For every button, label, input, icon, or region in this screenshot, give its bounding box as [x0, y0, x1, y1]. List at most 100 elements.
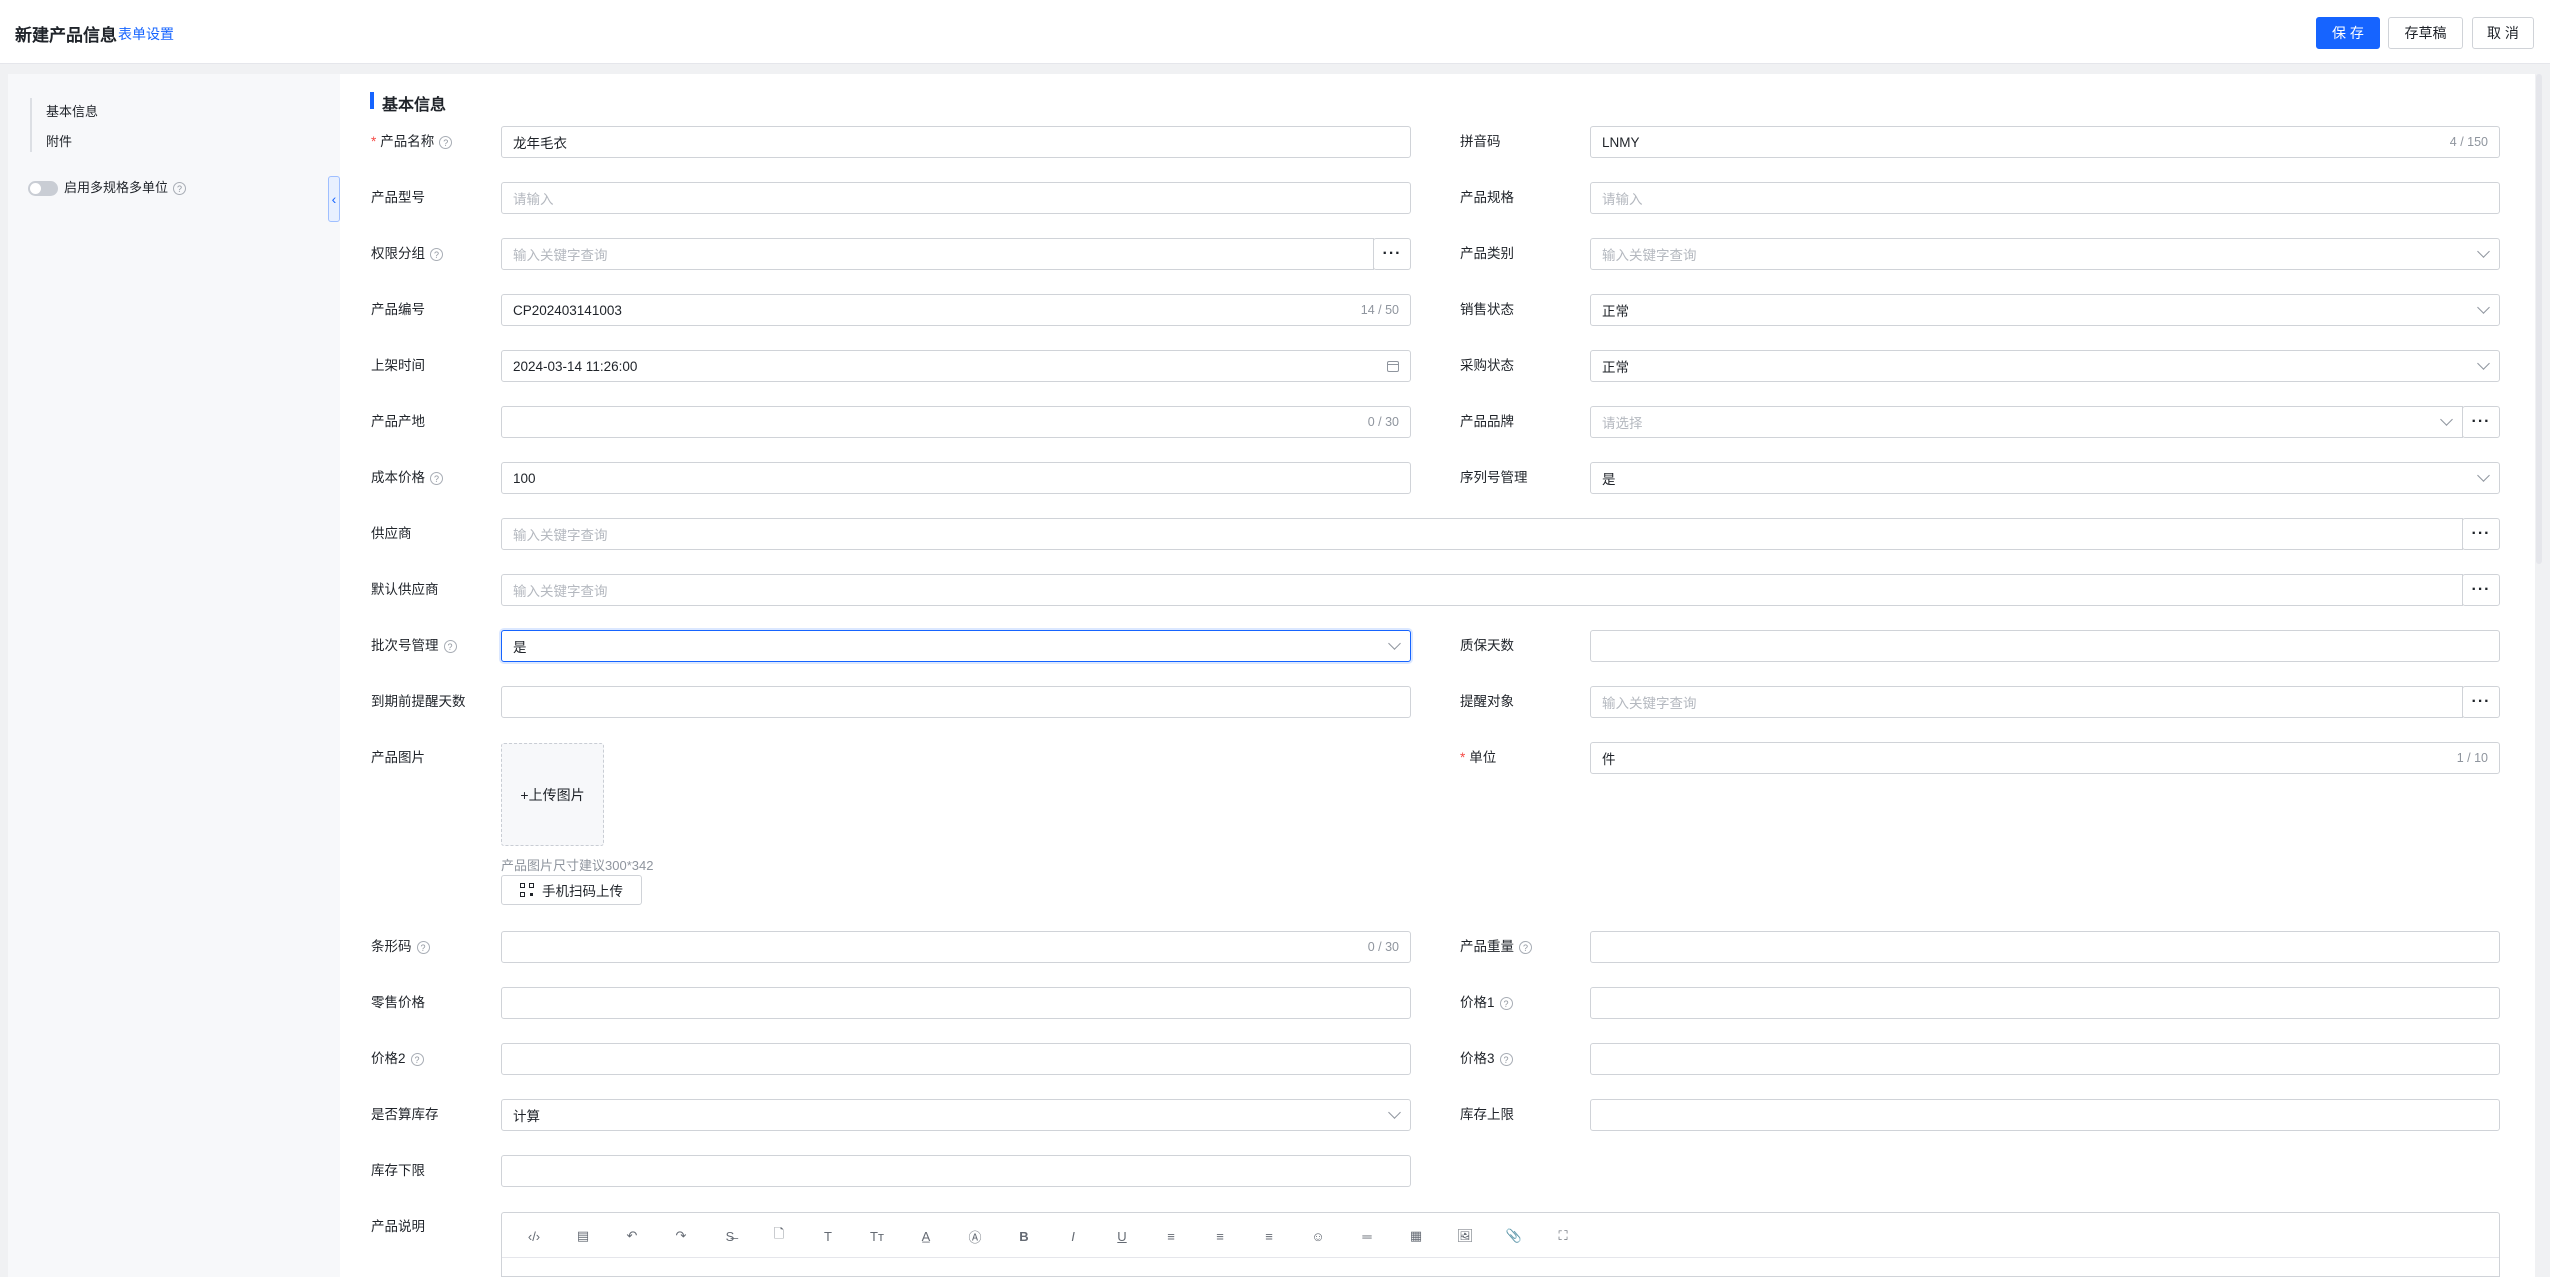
sales-status-select[interactable]: 正常 — [1590, 294, 2500, 326]
price2-label: 价格2? — [371, 1049, 424, 1069]
sidebar-item-basic-info[interactable]: 基本信息 — [46, 101, 98, 120]
purchase-status-label: 采购状态 — [1460, 358, 1514, 373]
listing-time-picker[interactable]: 2024-03-14 11:26:00 — [501, 350, 1411, 382]
spec-input[interactable]: 请输入 — [1590, 182, 2500, 214]
price2-input[interactable] — [501, 1043, 1411, 1075]
attachment-icon[interactable]: 📎 — [1503, 1225, 1525, 1247]
weight-input[interactable] — [1590, 931, 2500, 963]
cost-price-label: 成本价格? — [371, 468, 443, 488]
table-icon[interactable]: ▦ — [1405, 1225, 1427, 1247]
perm-group-label: 权限分组? — [371, 244, 443, 264]
save-button[interactable]: 保 存 — [2316, 17, 2380, 49]
cost-price-input[interactable]: 100 — [501, 462, 1411, 494]
serial-mgmt-label: 序列号管理 — [1460, 470, 1528, 485]
category-select[interactable]: 输入关键字查询 — [1590, 238, 2500, 270]
retail-price-input[interactable] — [501, 987, 1411, 1019]
sidebar-nav-line — [30, 98, 32, 152]
perm-group-input[interactable]: 输入关键字查询 — [501, 238, 1374, 270]
align-center-icon[interactable]: ≡ — [1209, 1225, 1231, 1247]
origin-label: 产品产地 — [371, 414, 425, 429]
background-color-icon[interactable]: Ⓐ — [964, 1225, 986, 1247]
barcode-input[interactable]: 0 / 30 — [501, 931, 1411, 963]
image-icon[interactable]: 🖼 — [1454, 1225, 1476, 1247]
underline-icon[interactable]: U — [1111, 1225, 1133, 1247]
description-editor[interactable]: ‹/› ▤ ↶ ↷ S̶ 🗋 T Tт A̲ Ⓐ B I U ≡ ≡ ≡ ☺ ═… — [501, 1212, 2500, 1277]
code-input[interactable]: CP202403141003 14 / 50 — [501, 294, 1411, 326]
help-icon: ? — [1499, 1052, 1513, 1066]
stock-max-label: 库存上限 — [1460, 1107, 1514, 1122]
origin-input[interactable]: 0 / 30 — [501, 406, 1411, 438]
font-size-icon[interactable]: Tт — [866, 1225, 888, 1247]
price3-label: 价格3? — [1460, 1049, 1513, 1069]
fullscreen-icon[interactable]: ⛶ — [1552, 1225, 1574, 1247]
category-label: 产品类别 — [1460, 246, 1514, 261]
unit-input[interactable]: 件1 / 10 — [1590, 742, 2500, 774]
brand-label: 产品品牌 — [1460, 414, 1514, 429]
strikethrough-icon[interactable]: S̶ — [719, 1225, 741, 1247]
stock-min-label: 库存下限 — [371, 1163, 425, 1178]
chevron-down-icon — [2477, 469, 2490, 482]
barcode-label: 条形码? — [371, 937, 430, 957]
brand-more-button[interactable]: ··· — [2462, 406, 2500, 438]
image-label: 产品图片 — [371, 750, 425, 765]
font-family-icon[interactable]: T — [817, 1225, 839, 1247]
cancel-button[interactable]: 取 消 — [2472, 17, 2534, 49]
sidebar-item-attachments[interactable]: 附件 — [46, 131, 72, 150]
sidebar-collapse-handle[interactable]: ‹ — [328, 176, 340, 222]
section-marker — [370, 92, 374, 109]
code-view-icon[interactable]: ‹/› — [523, 1225, 545, 1247]
format-block-icon[interactable]: ▤ — [572, 1225, 594, 1247]
retail-price-label: 零售价格 — [371, 995, 425, 1010]
upload-image-button[interactable]: +上传图片 — [501, 743, 604, 846]
page-title: 新建产品信息 — [15, 26, 117, 45]
top-header — [0, 0, 2550, 64]
save-draft-button[interactable]: 存草稿 — [2388, 17, 2463, 49]
align-right-icon[interactable]: ≡ — [1258, 1225, 1280, 1247]
chevron-down-icon — [2477, 357, 2490, 370]
weight-label: 产品重量? — [1460, 937, 1532, 957]
batch-mgmt-label: 批次号管理? — [371, 636, 457, 656]
remind-target-more-button[interactable]: ··· — [2462, 686, 2500, 718]
serial-mgmt-select[interactable]: 是 — [1590, 462, 2500, 494]
supplier-input[interactable]: 输入关键字查询 — [501, 518, 2463, 550]
expiry-remind-days-input[interactable] — [501, 686, 1411, 718]
default-supplier-input[interactable]: 输入关键字查询 — [501, 574, 2463, 606]
redo-icon[interactable]: ↷ — [670, 1225, 692, 1247]
price3-input[interactable] — [1590, 1043, 2500, 1075]
qr-upload-button[interactable]: 手机扫码上传 — [501, 875, 642, 905]
purchase-status-select[interactable]: 正常 — [1590, 350, 2500, 382]
undo-icon[interactable]: ↶ — [621, 1225, 643, 1247]
calendar-icon — [1387, 360, 1399, 372]
font-color-icon[interactable]: A̲ — [915, 1225, 937, 1247]
product-name-input[interactable]: 龙年毛衣 — [501, 126, 1411, 158]
horizontal-rule-icon[interactable]: ═ — [1356, 1225, 1378, 1247]
supplier-more-button[interactable]: ··· — [2462, 518, 2500, 550]
italic-icon[interactable]: I — [1062, 1225, 1084, 1247]
page-scrollbar[interactable] — [2536, 74, 2542, 564]
count-stock-select[interactable]: 计算 — [501, 1099, 1411, 1131]
model-input[interactable]: 请输入 — [501, 182, 1411, 214]
document-icon[interactable]: 🗋 — [768, 1225, 790, 1247]
price1-label: 价格1? — [1460, 993, 1513, 1013]
chevron-down-icon — [2477, 245, 2490, 258]
remind-target-label: 提醒对象 — [1460, 694, 1514, 709]
brand-select[interactable]: 请选择 — [1590, 406, 2463, 438]
stock-max-input[interactable] — [1590, 1099, 2500, 1131]
align-left-icon[interactable]: ≡ — [1160, 1225, 1182, 1247]
pinyin-input[interactable]: LNMY 4 / 150 — [1590, 126, 2500, 158]
batch-mgmt-select[interactable]: 是 — [501, 630, 1411, 662]
stock-min-input[interactable] — [501, 1155, 1411, 1187]
default-supplier-more-button[interactable]: ··· — [2462, 574, 2500, 606]
remind-target-input[interactable]: 输入关键字查询 — [1590, 686, 2463, 718]
listing-time-label: 上架时间 — [371, 358, 425, 373]
price1-input[interactable] — [1590, 987, 2500, 1019]
warranty-days-input[interactable] — [1590, 630, 2500, 662]
form-setting-link[interactable]: 表单设置 — [118, 24, 174, 44]
help-icon: ? — [1499, 996, 1513, 1010]
editor-toolbar: ‹/› ▤ ↶ ↷ S̶ 🗋 T Tт A̲ Ⓐ B I U ≡ ≡ ≡ ☺ ═… — [502, 1213, 2499, 1258]
perm-group-more-button[interactable]: ··· — [1373, 238, 1411, 270]
multi-spec-toggle-label: 启用多规格多单位? — [64, 178, 187, 198]
multi-spec-toggle[interactable] — [28, 181, 58, 196]
emoji-icon[interactable]: ☺ — [1307, 1225, 1329, 1247]
bold-icon[interactable]: B — [1013, 1225, 1035, 1247]
